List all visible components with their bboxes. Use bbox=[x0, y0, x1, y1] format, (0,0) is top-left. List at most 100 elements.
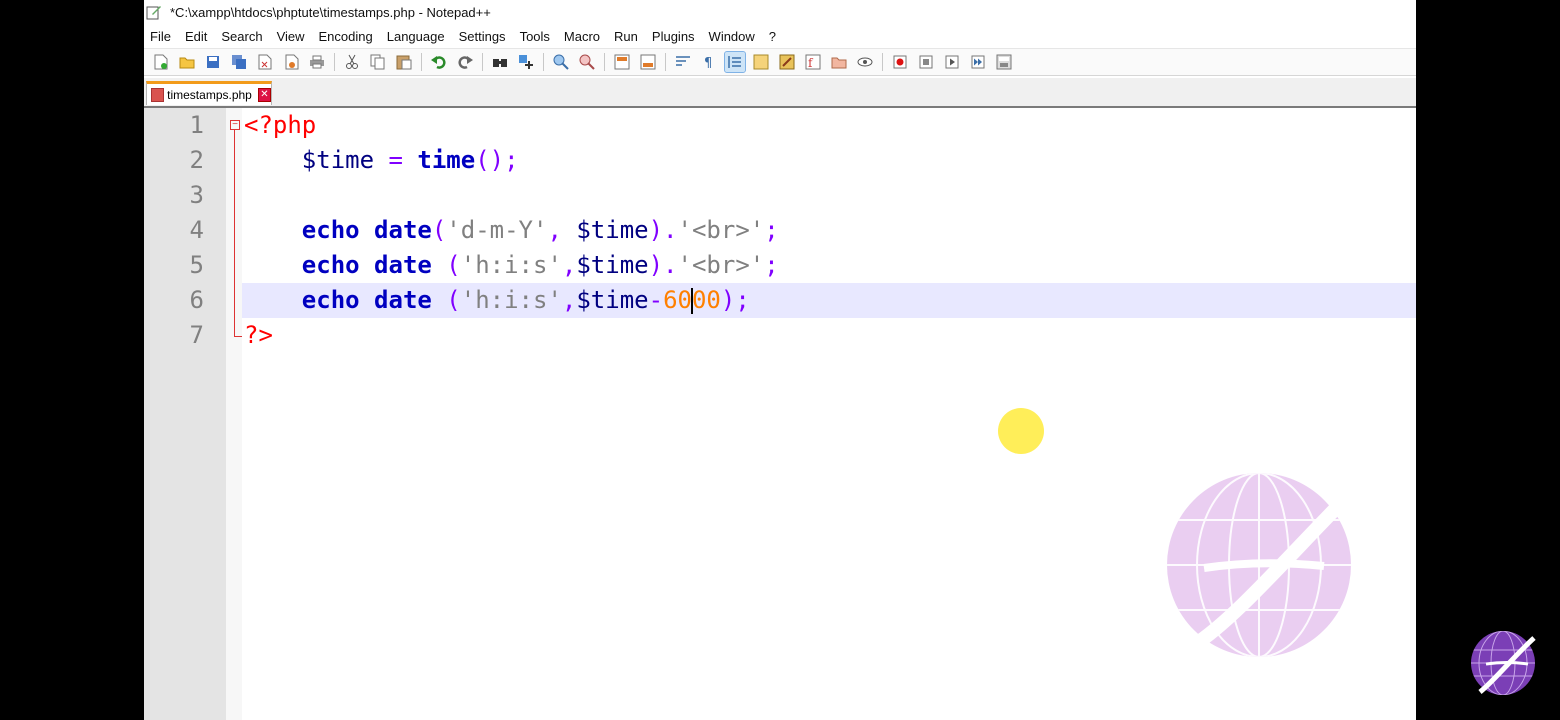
mouse-cursor-highlight bbox=[998, 408, 1044, 454]
toolbar-separator bbox=[334, 53, 335, 71]
menu-plugins[interactable]: Plugins bbox=[652, 29, 695, 44]
channel-logo-icon bbox=[1471, 631, 1536, 695]
indent-guide-icon[interactable] bbox=[724, 51, 746, 73]
globe-watermark-icon bbox=[1167, 473, 1354, 657]
svg-text:¶: ¶ bbox=[704, 56, 712, 69]
undo-icon[interactable] bbox=[429, 52, 449, 72]
punctuation: ). bbox=[648, 216, 678, 244]
menu-tools[interactable]: Tools bbox=[520, 29, 550, 44]
function-name: time bbox=[417, 146, 476, 174]
sync-v-icon[interactable] bbox=[612, 52, 632, 72]
play-macro-icon[interactable] bbox=[942, 52, 962, 72]
variable: $time bbox=[576, 216, 649, 244]
code-line-5: echo date ('h:i:s',$time).'<br>'; bbox=[244, 251, 779, 279]
punctuation: ); bbox=[720, 286, 750, 314]
code-line-6: echo date ('h:i:s',$time-6000); bbox=[244, 286, 750, 314]
line-number: 5 bbox=[189, 251, 204, 279]
keyword: echo bbox=[301, 286, 360, 314]
code-line-1: <?php bbox=[244, 111, 316, 139]
wrap-icon[interactable] bbox=[673, 52, 693, 72]
menu-language[interactable]: Language bbox=[387, 29, 445, 44]
window-title: *C:\xampp\htdocs\phptute\timestamps.php … bbox=[170, 4, 491, 20]
menu-macro[interactable]: Macro bbox=[564, 29, 600, 44]
string: '<br>' bbox=[677, 216, 765, 244]
stop-macro-icon[interactable] bbox=[916, 52, 936, 72]
find-icon[interactable] bbox=[490, 52, 510, 72]
variable: $time bbox=[576, 251, 649, 279]
code-line-4: echo date('d-m-Y', $time).'<br>'; bbox=[244, 216, 779, 244]
menu-settings[interactable]: Settings bbox=[459, 29, 506, 44]
toolbar-separator bbox=[604, 53, 605, 71]
monitor-icon[interactable] bbox=[855, 52, 875, 72]
function-name: date bbox=[374, 251, 432, 279]
save-macro-icon[interactable] bbox=[994, 52, 1014, 72]
line-number: 4 bbox=[189, 216, 204, 244]
notepadpp-icon bbox=[146, 4, 162, 20]
punctuation: ; bbox=[764, 216, 779, 244]
line-number: 3 bbox=[189, 181, 204, 209]
paste-icon[interactable] bbox=[394, 52, 414, 72]
folder-workspace-icon[interactable] bbox=[829, 52, 849, 72]
string: 'h:i:s' bbox=[460, 251, 562, 279]
save-all-icon[interactable] bbox=[229, 52, 249, 72]
toolbar-separator bbox=[421, 53, 422, 71]
menu-file[interactable]: File bbox=[150, 29, 171, 44]
keyword: echo bbox=[301, 251, 360, 279]
punctuation: ( bbox=[431, 286, 461, 314]
string: 'h:i:s' bbox=[460, 286, 562, 314]
menu-search[interactable]: Search bbox=[221, 29, 262, 44]
menu-edit[interactable]: Edit bbox=[185, 29, 207, 44]
close-tab-icon[interactable]: ✕ bbox=[257, 87, 271, 102]
open-file-icon[interactable] bbox=[177, 52, 197, 72]
string: '<br>' bbox=[677, 251, 765, 279]
function-name: date bbox=[374, 286, 432, 314]
code-line-2: $time = time(); bbox=[244, 146, 519, 174]
run-macro-multiple-icon[interactable] bbox=[968, 52, 988, 72]
copy-icon[interactable] bbox=[368, 52, 388, 72]
punctuation: ; bbox=[764, 251, 779, 279]
keyword: echo bbox=[301, 216, 360, 244]
cut-icon[interactable] bbox=[342, 52, 362, 72]
toolbar-separator bbox=[482, 53, 483, 71]
udl-icon[interactable] bbox=[751, 52, 771, 72]
php-open-tag: <?php bbox=[244, 111, 317, 139]
variable: $time bbox=[301, 146, 375, 174]
punctuation: (); bbox=[475, 146, 519, 174]
punctuation: , bbox=[561, 286, 577, 314]
tab-bar: timestamps.php ✕ bbox=[144, 78, 1416, 108]
fold-line bbox=[234, 130, 235, 336]
save-icon[interactable] bbox=[203, 52, 223, 72]
string: 'd-m-Y' bbox=[446, 216, 548, 244]
number: 00 bbox=[691, 286, 721, 314]
replace-icon[interactable] bbox=[516, 52, 536, 72]
menu-help[interactable]: ? bbox=[769, 29, 776, 44]
function-name: date bbox=[374, 216, 432, 244]
doc-map-icon[interactable] bbox=[777, 52, 797, 72]
fold-end bbox=[234, 336, 242, 337]
sync-h-icon[interactable] bbox=[638, 52, 658, 72]
close-all-icon[interactable] bbox=[281, 52, 301, 72]
punctuation: , bbox=[547, 216, 577, 244]
tab-timestamps-php[interactable]: timestamps.php ✕ bbox=[146, 81, 272, 105]
menu-encoding[interactable]: Encoding bbox=[319, 29, 373, 44]
function-list-icon[interactable]: f bbox=[803, 52, 823, 72]
operator: - bbox=[648, 286, 664, 314]
line-number: 1 bbox=[189, 111, 204, 139]
zoom-out-icon[interactable] bbox=[577, 52, 597, 72]
title-bar: *C:\xampp\htdocs\phptute\timestamps.php … bbox=[144, 0, 1416, 24]
print-icon[interactable] bbox=[307, 52, 327, 72]
all-chars-icon[interactable]: ¶ bbox=[699, 52, 719, 72]
number: 60 bbox=[663, 286, 692, 314]
menu-view[interactable]: View bbox=[277, 29, 305, 44]
menu-window[interactable]: Window bbox=[709, 29, 755, 44]
zoom-in-icon[interactable] bbox=[551, 52, 571, 72]
menu-run[interactable]: Run bbox=[614, 29, 638, 44]
line-number: 6 bbox=[189, 286, 204, 314]
record-macro-icon[interactable] bbox=[890, 52, 910, 72]
fold-toggle-icon[interactable]: − bbox=[230, 120, 240, 130]
redo-icon[interactable] bbox=[455, 52, 475, 72]
unsaved-file-icon bbox=[151, 87, 165, 102]
line-number: 2 bbox=[189, 146, 204, 174]
close-icon[interactable] bbox=[255, 52, 275, 72]
new-file-icon[interactable] bbox=[151, 52, 171, 72]
